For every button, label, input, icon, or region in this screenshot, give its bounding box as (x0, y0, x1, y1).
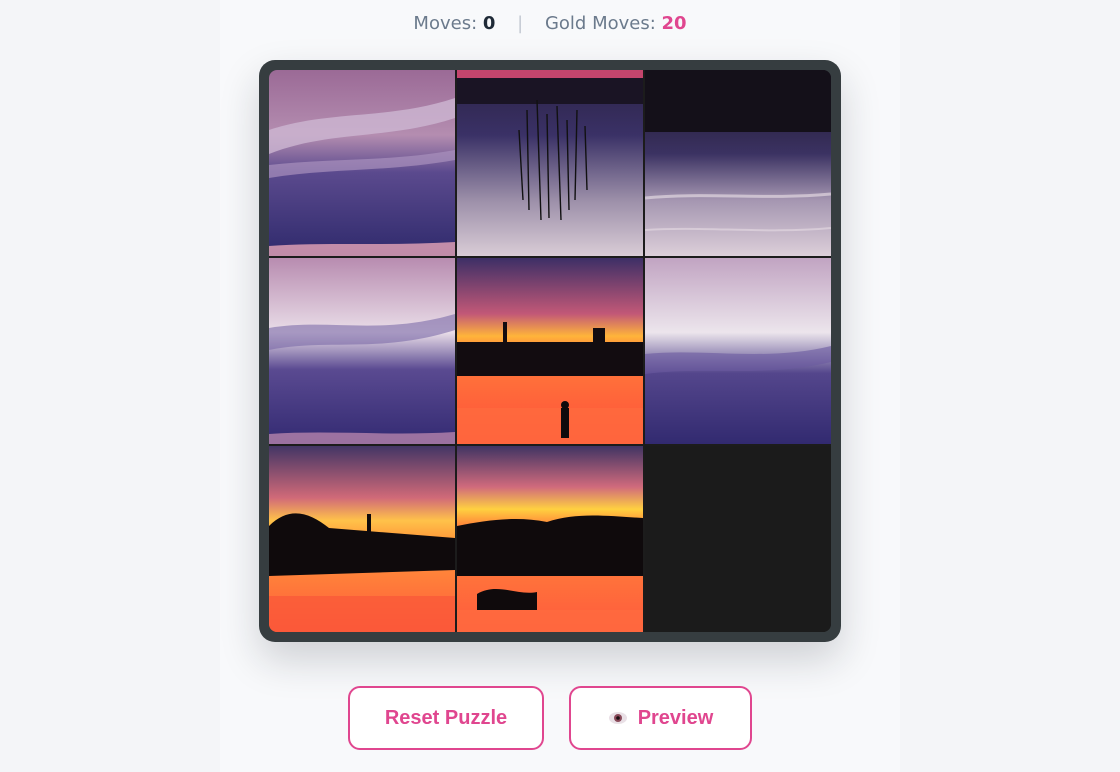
puzzle-tile[interactable] (269, 446, 455, 632)
preview-button[interactable]: Preview (569, 686, 752, 750)
reset-puzzle-button[interactable]: Reset Puzzle (348, 686, 544, 750)
preview-label: Preview (637, 706, 714, 729)
puzzle-grid (269, 70, 831, 632)
tile-image (269, 70, 455, 256)
eye-icon (608, 712, 627, 724)
puzzle-tile[interactable] (457, 446, 643, 632)
tile-image (457, 446, 643, 632)
puzzle-tile[interactable] (457, 258, 643, 444)
moves-label: Moves: (413, 13, 478, 34)
stats-separator: | (517, 13, 524, 34)
tile-image (457, 258, 643, 444)
tile-image (457, 70, 643, 256)
puzzle-tile[interactable] (269, 258, 455, 444)
page-side-left (0, 0, 220, 772)
puzzle-tile[interactable] (457, 70, 643, 256)
puzzle-board (259, 60, 841, 642)
tile-image (269, 258, 455, 444)
tile-image (645, 258, 831, 444)
puzzle-tile[interactable] (269, 70, 455, 256)
gold-moves-counter: 20 (661, 13, 687, 34)
tile-image (269, 446, 455, 632)
puzzle-tile[interactable] (645, 258, 831, 444)
reset-puzzle-label: Reset Puzzle (384, 706, 508, 729)
empty-slot (645, 446, 831, 632)
puzzle-tile[interactable] (645, 70, 831, 256)
tile-image (645, 70, 831, 256)
moves-counter: 0 (482, 13, 496, 34)
gold-moves-label: Gold Moves: (544, 13, 656, 34)
page-side-right (900, 0, 1120, 772)
stats-bar: Moves: 0 | Gold Moves: 20 (0, 10, 1100, 38)
